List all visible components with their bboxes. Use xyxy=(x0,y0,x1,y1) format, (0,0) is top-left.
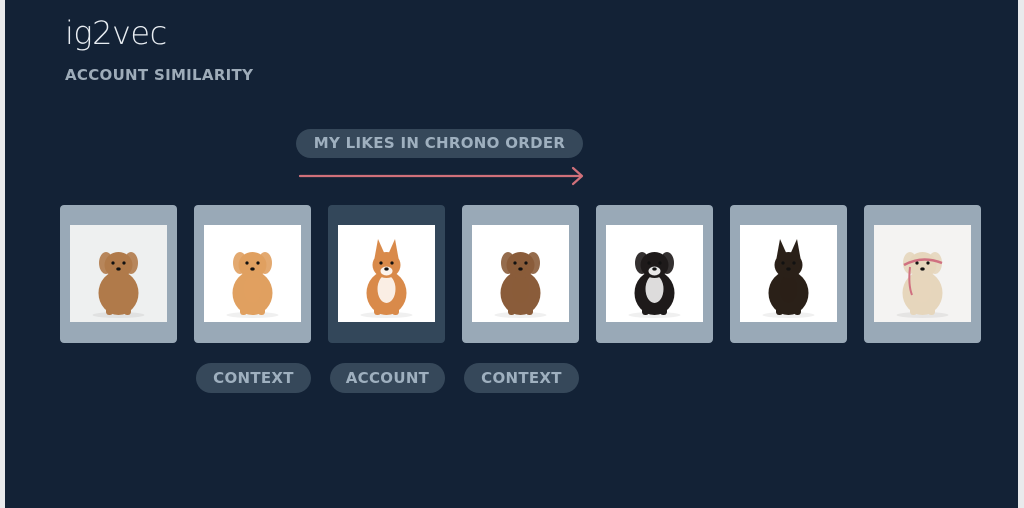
dog-photo xyxy=(874,225,971,322)
dog-icon xyxy=(92,252,145,318)
dog-photo xyxy=(472,225,569,322)
context-label-right: CONTEXT xyxy=(464,363,579,393)
slide: ig2vec ACCOUNT SIMILARITY MY LIKES IN CH… xyxy=(5,0,1018,508)
liked-post-card[interactable] xyxy=(596,205,713,343)
liked-post-card[interactable] xyxy=(864,205,981,343)
dog-photo xyxy=(740,225,837,322)
dog-photo xyxy=(70,225,167,322)
liked-post-card[interactable] xyxy=(328,205,445,343)
chrono-order-label: MY LIKES IN CHRONO ORDER xyxy=(296,129,583,158)
section-subtitle: ACCOUNT SIMILARITY xyxy=(65,66,254,84)
timeline-arrow-icon xyxy=(298,166,584,186)
app-title: ig2vec xyxy=(65,14,167,52)
dog-photo xyxy=(606,225,703,322)
dog-icon xyxy=(762,239,815,318)
liked-post-card[interactable] xyxy=(462,205,579,343)
dog-icon xyxy=(896,252,949,318)
dog-icon xyxy=(494,252,547,318)
dog-icon xyxy=(628,252,681,318)
dog-icon xyxy=(226,252,279,318)
dog-icon xyxy=(360,239,413,318)
context-label-left: CONTEXT xyxy=(196,363,311,393)
account-label: ACCOUNT xyxy=(330,363,445,393)
liked-post-card[interactable] xyxy=(730,205,847,343)
dog-photo xyxy=(204,225,301,322)
liked-post-card[interactable] xyxy=(60,205,177,343)
liked-post-card[interactable] xyxy=(194,205,311,343)
dog-photo xyxy=(338,225,435,322)
